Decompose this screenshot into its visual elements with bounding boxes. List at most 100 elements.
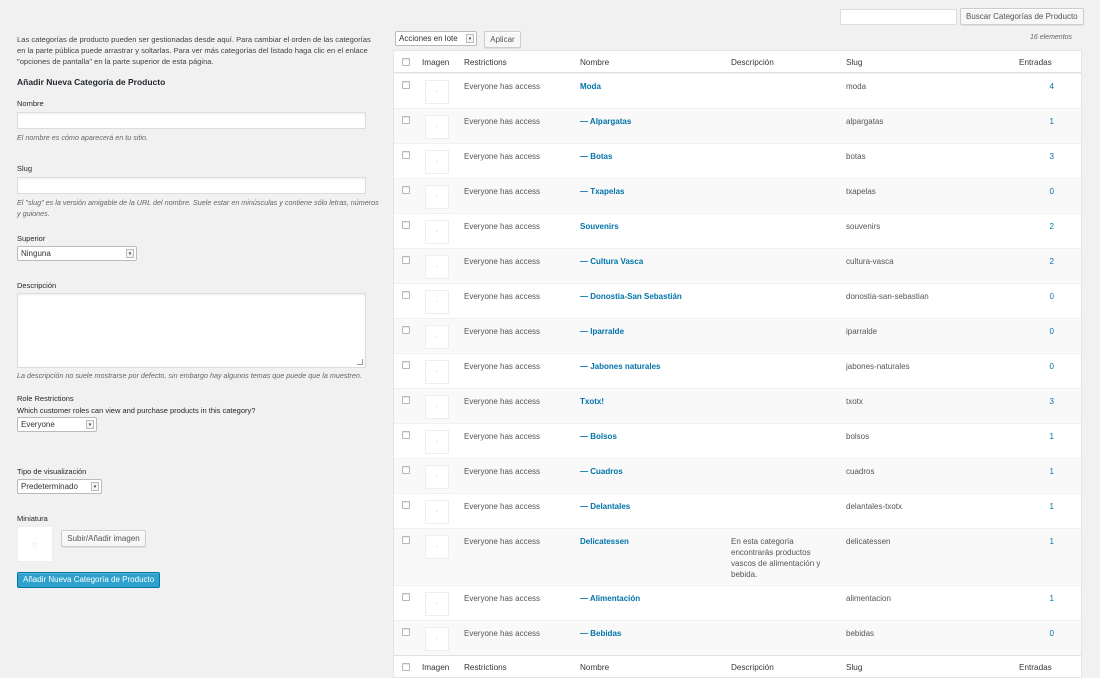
row-count-link[interactable]: 0 <box>1014 361 1054 372</box>
apply-button[interactable]: Aplicar <box>484 31 521 48</box>
select-all-checkbox-footer[interactable] <box>402 663 410 671</box>
row-count-link[interactable]: 1 <box>1014 501 1054 512</box>
row-name-link[interactable]: Moda <box>580 81 601 92</box>
row-slug: cuadros <box>846 467 875 476</box>
table-row: • Everyone has access — Jabones naturale… <box>394 353 1081 388</box>
row-checkbox[interactable] <box>402 628 410 636</box>
row-count-link[interactable]: 1 <box>1014 593 1054 604</box>
row-checkbox[interactable] <box>402 396 410 404</box>
row-count-link[interactable]: 0 <box>1014 628 1054 639</box>
table-row: • Everyone has access Moda moda 4 <box>394 73 1081 108</box>
row-slug: delantales-txotx <box>846 502 903 511</box>
row-checkbox[interactable] <box>402 466 410 474</box>
column-count[interactable]: Entradas <box>1014 662 1082 673</box>
row-name-link[interactable]: — Donostia-San Sebastián <box>580 291 682 302</box>
row-name-link[interactable]: — Iparralde <box>580 326 624 337</box>
table-row: • Everyone has access — Botas botas 3 <box>394 143 1081 178</box>
select-all-checkbox[interactable] <box>402 58 410 66</box>
row-name-link[interactable]: Delicatessen <box>580 536 629 547</box>
row-checkbox[interactable] <box>402 81 410 89</box>
row-restrictions: Everyone has access <box>464 432 541 441</box>
row-restrictions: Everyone has access <box>464 502 541 511</box>
column-restrictions: Restrictions <box>464 58 507 67</box>
row-checkbox[interactable] <box>402 501 410 509</box>
row-checkbox[interactable] <box>402 116 410 124</box>
row-checkbox[interactable] <box>402 221 410 229</box>
table-row: • Everyone has access — Iparralde iparra… <box>394 318 1081 353</box>
bulk-actions-select[interactable]: Acciones en lote ▾ <box>395 31 477 46</box>
row-slug: donostia-san-sebastian <box>846 292 929 301</box>
row-checkbox[interactable] <box>402 326 410 334</box>
image-placeholder-icon: • <box>425 115 449 139</box>
column-name[interactable]: Nombre <box>580 662 609 673</box>
row-restrictions: Everyone has access <box>464 152 541 161</box>
row-checkbox[interactable] <box>402 593 410 601</box>
role-select[interactable]: Everyone ▾ <box>17 417 97 432</box>
row-slug: txapelas <box>846 187 876 196</box>
row-count-link[interactable]: 3 <box>1014 151 1054 162</box>
column-slug[interactable]: Slug <box>846 57 862 68</box>
description-help: La descripción no suele mostrarse por de… <box>17 371 362 380</box>
table-body: • Everyone has access Moda moda 4 • Ever… <box>394 73 1081 655</box>
column-description[interactable]: Descripción <box>731 662 831 673</box>
row-name-link[interactable]: — Bebidas <box>580 628 621 639</box>
display-type-select[interactable]: Predeterminado ▾ <box>17 479 102 494</box>
row-checkbox[interactable] <box>402 361 410 369</box>
table-row: • Everyone has access — Delantales delan… <box>394 493 1081 528</box>
row-checkbox[interactable] <box>402 431 410 439</box>
row-name-link[interactable]: — Alpargatas <box>580 116 631 127</box>
row-count-link[interactable]: 1 <box>1014 116 1054 127</box>
row-checkbox[interactable] <box>402 256 410 264</box>
role-restrictions-help: Which customer roles can view and purcha… <box>17 406 256 415</box>
row-name-link[interactable]: — Delantales <box>580 501 630 512</box>
search-button[interactable]: Buscar Categorías de Producto <box>960 8 1084 25</box>
row-slug: iparralde <box>846 327 878 336</box>
row-name-link[interactable]: — Txapelas <box>580 186 624 197</box>
row-count-link[interactable]: 2 <box>1014 221 1054 232</box>
row-name-link[interactable]: — Alimentación <box>580 593 640 604</box>
row-name-link[interactable]: Souvenirs <box>580 221 619 232</box>
display-type-value: Predeterminado <box>21 482 78 491</box>
upload-image-button[interactable]: Subir/Añadir imagen <box>61 530 146 547</box>
row-count-link[interactable]: 4 <box>1014 81 1054 92</box>
slug-help: El "slug" es la versión amigable de la U… <box>17 198 379 218</box>
column-image: Imagen <box>422 58 450 67</box>
display-type-label: Tipo de visualización <box>17 467 87 476</box>
row-count-link[interactable]: 0 <box>1014 291 1054 302</box>
row-count-link[interactable]: 1 <box>1014 431 1054 442</box>
row-name-link[interactable]: — Cuadros <box>580 466 623 477</box>
chevron-down-icon: ▾ <box>86 420 94 429</box>
row-count-link[interactable]: 2 <box>1014 256 1054 267</box>
row-count-link[interactable]: 1 <box>1014 466 1054 477</box>
row-name-link[interactable]: — Botas <box>580 151 612 162</box>
row-count-link[interactable]: 0 <box>1014 326 1054 337</box>
image-placeholder-icon: • <box>425 325 449 349</box>
parent-select[interactable]: Ninguna ▾ <box>17 246 137 261</box>
search-input[interactable] <box>840 9 957 25</box>
row-name-link[interactable]: — Bolsos <box>580 431 617 442</box>
row-name-link[interactable]: — Jabones naturales <box>580 361 660 372</box>
row-count-link[interactable]: 0 <box>1014 186 1054 197</box>
column-count[interactable]: Entradas <box>1014 57 1082 68</box>
row-name-link[interactable]: — Cultura Vasca <box>580 256 643 267</box>
row-slug: alimentacion <box>846 594 891 603</box>
row-count-link[interactable]: 3 <box>1014 396 1054 407</box>
slug-input[interactable] <box>17 177 366 194</box>
add-category-button[interactable]: Añadir Nueva Categoría de Producto <box>17 572 161 588</box>
row-checkbox[interactable] <box>402 291 410 299</box>
column-slug[interactable]: Slug <box>846 662 862 673</box>
row-name-link[interactable]: Txotx! <box>580 396 604 407</box>
column-name[interactable]: Nombre <box>580 57 609 68</box>
name-input[interactable] <box>17 112 366 129</box>
row-checkbox[interactable] <box>402 186 410 194</box>
thumbnail-label: Miniatura <box>17 514 48 523</box>
parent-label: Superior <box>17 234 46 243</box>
slug-label: Slug <box>17 164 33 173</box>
description-textarea[interactable] <box>17 293 366 368</box>
name-help: El nombre es cómo aparecerá en tu sitio. <box>17 133 149 142</box>
column-description[interactable]: Descripción <box>731 57 831 68</box>
resize-handle-icon[interactable] <box>357 359 363 365</box>
row-checkbox[interactable] <box>402 151 410 159</box>
row-checkbox[interactable] <box>402 536 410 544</box>
row-count-link[interactable]: 1 <box>1014 536 1054 547</box>
